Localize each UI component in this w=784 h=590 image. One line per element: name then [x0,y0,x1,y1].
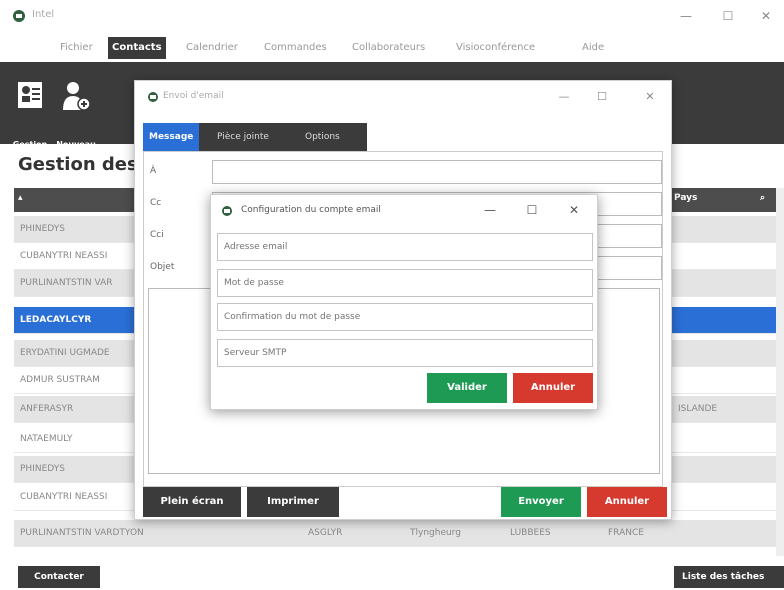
print-button[interactable]: Imprimer [247,487,339,517]
app-logo-icon [12,9,26,23]
menu-bar: Fichier Contacts Calendrier Commandes Co… [0,34,784,62]
cci-label: Cci [150,230,164,240]
validate-button[interactable]: Valider [427,373,507,403]
email-dialog-titlebar: Envoi d'email — ☐ ✕ [135,81,671,115]
nouveau-button[interactable]: Nouveau [52,76,100,149]
close-icon[interactable]: ✕ [756,8,776,24]
sort-icon[interactable]: ▴ [18,193,23,203]
main-titlebar: Intel — ☐ ✕ [0,0,784,34]
email-tabs: Message Pièce jointe Options [143,123,367,151]
page-title: Gestion des [18,154,138,175]
tab-message[interactable]: Message [143,123,200,151]
app-logo-icon [221,205,233,220]
config-dialog-title: Configuration du compte email [241,205,381,215]
maximize-icon[interactable]: ☐ [718,8,738,24]
liste-taches-button[interactable]: Liste des tâches [674,566,784,588]
email-dialog-title: Envoi d'email [163,91,224,101]
contact-card-icon [18,82,42,108]
app-logo-icon [147,91,159,106]
minimize-icon[interactable]: — [676,8,696,24]
cc-label: Cc [150,198,162,208]
minimize-icon[interactable]: — [555,89,573,105]
to-input[interactable] [212,160,662,184]
tab-piece-jointe[interactable]: Pièce jointe [211,123,275,151]
close-icon[interactable]: ✕ [565,202,583,218]
menu-item-commandes[interactable]: Commandes [260,40,331,56]
subject-label: Objet [150,262,175,272]
send-button[interactable]: Envoyer [501,487,581,517]
maximize-icon[interactable]: ☐ [523,202,541,218]
config-account-dialog: Configuration du compte email — ☐ ✕ Vali… [210,194,598,410]
menu-item-fichier[interactable]: Fichier [56,40,97,56]
menu-item-visioconference[interactable]: Visioconférence [452,40,539,56]
table-scrollbar[interactable] [776,188,784,556]
config-cancel-button[interactable]: Annuler [513,373,593,403]
close-icon[interactable]: ✕ [641,89,659,105]
nouveau-label: Nouveau [56,140,96,149]
gestion-label: Gestion [12,140,48,149]
cancel-button[interactable]: Annuler [587,487,667,517]
smtp-server-input[interactable] [217,339,593,367]
fullscreen-button[interactable]: Plein écran [143,487,241,517]
minimize-icon[interactable]: — [481,202,499,218]
confirm-password-input[interactable] [217,303,593,331]
maximize-icon[interactable]: ☐ [593,89,611,105]
column-header-pays[interactable]: Pays [674,193,697,203]
add-user-icon [63,82,91,111]
gestion-button[interactable]: Gestion [6,76,54,149]
search-icon[interactable]: ⌕ [760,193,765,203]
menu-item-contacts[interactable]: Contacts [108,37,166,59]
table-row[interactable]: PURLINANTSTIN VARDTYON ASGLYR Tlyngheurg… [14,520,776,547]
menu-item-calendrier[interactable]: Calendrier [182,40,242,56]
password-input[interactable] [217,269,593,297]
menu-item-aide[interactable]: Aide [578,40,608,56]
contacter-button[interactable]: Contacter [18,566,100,588]
tab-options[interactable]: Options [299,123,346,151]
app-title: Intel [32,9,55,20]
email-address-input[interactable] [217,233,593,261]
to-label: À [150,166,157,176]
menu-item-collaborateurs[interactable]: Collaborateurs [348,40,429,56]
